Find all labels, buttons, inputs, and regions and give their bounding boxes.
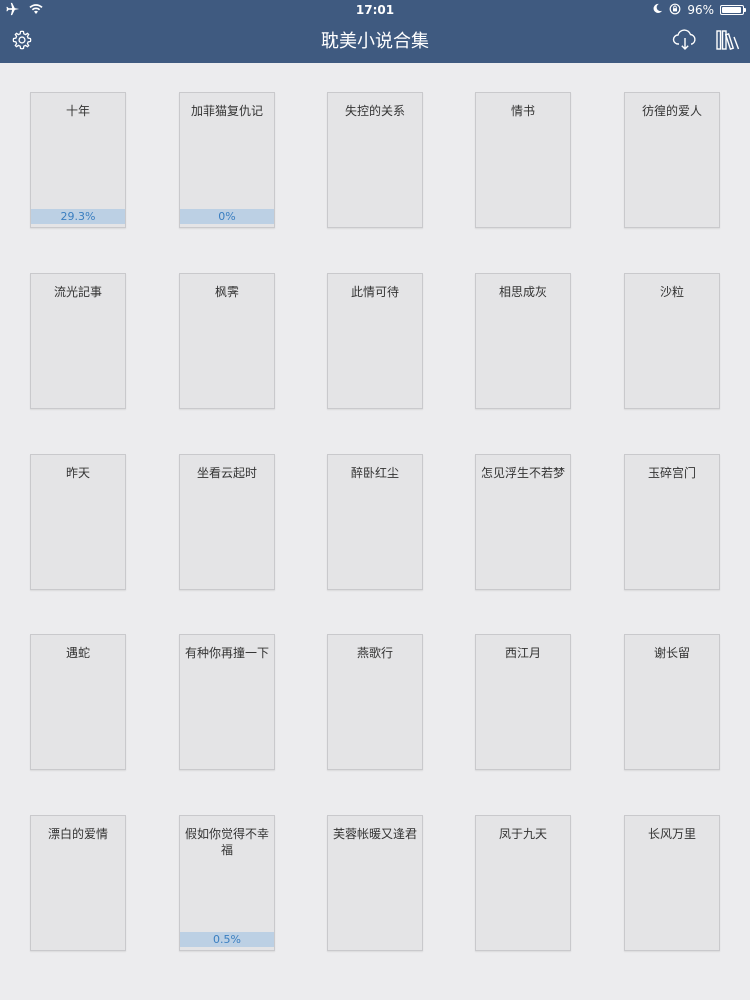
book-card[interactable]: 此情可待	[327, 273, 423, 409]
status-bar: 17:01 96%	[0, 0, 750, 20]
book-card[interactable]: 有种你再撞一下	[179, 634, 275, 770]
book-card[interactable]: 十年 29.3%	[30, 92, 126, 228]
book-title: 西江月	[504, 646, 541, 660]
book-title: 燕歌行	[356, 646, 393, 660]
book-card[interactable]: 彷徨的爱人	[624, 92, 720, 228]
book-card[interactable]: 谢长留	[624, 634, 720, 770]
book-title: 芙蓉帐暖又逢君	[332, 827, 417, 841]
book-title: 情书	[510, 104, 535, 118]
book-card[interactable]: 遇蛇	[30, 634, 126, 770]
cloud-download-icon	[672, 29, 698, 55]
book-title: 长风万里	[647, 827, 696, 841]
book-card[interactable]: 沙粒	[624, 273, 720, 409]
book-title: 彷徨的爱人	[641, 104, 702, 118]
book-title: 相思成灰	[498, 285, 547, 299]
book-card[interactable]: 醉卧红尘	[327, 454, 423, 590]
book-title: 枫霁	[214, 285, 239, 299]
moon-icon	[652, 3, 663, 17]
book-card[interactable]: 长风万里	[624, 815, 720, 951]
status-right: 96%	[652, 2, 746, 18]
book-title: 玉碎宫门	[647, 466, 696, 480]
bookshelf-icon	[715, 28, 741, 56]
book-card[interactable]: 加菲猫复仇记 0%	[179, 92, 275, 228]
book-title: 十年	[65, 104, 90, 118]
book-card[interactable]: 玉碎宫门	[624, 454, 720, 590]
book-card[interactable]: 燕歌行	[327, 634, 423, 770]
book-title: 怎见浮生不若梦	[480, 466, 565, 480]
book-card[interactable]: 芙蓉帐暖又逢君	[327, 815, 423, 951]
book-title: 醉卧红尘	[350, 466, 399, 480]
book-grid: 十年 29.3% 加菲猫复仇记 0% 失控的关系 情书 彷徨的爱人流光記事 枫霁 此情可待 相思成…	[0, 63, 750, 1000]
book-title: 加菲猫复仇记	[190, 104, 263, 118]
book-card[interactable]: 西江月	[475, 634, 571, 770]
reading-progress: 0.5%	[180, 932, 274, 947]
page-title: 耽美小说合集	[321, 31, 429, 52]
book-card[interactable]: 相思成灰	[475, 273, 571, 409]
book-card[interactable]: 凤于九天	[475, 815, 571, 951]
book-title: 失控的关系	[344, 104, 405, 118]
book-card[interactable]: 漂白的爱情	[30, 815, 126, 951]
book-title: 此情可待	[350, 285, 399, 299]
book-card[interactable]: 情书	[475, 92, 571, 228]
book-card[interactable]: 失控的关系	[327, 92, 423, 228]
book-title: 谢长留	[653, 646, 690, 660]
book-card[interactable]: 流光記事	[30, 273, 126, 409]
book-title: 坐看云起时	[196, 466, 257, 480]
bookshelf-button[interactable]	[714, 28, 742, 56]
book-title: 遇蛇	[65, 646, 90, 660]
book-card[interactable]: 假如你觉得不幸福 0.5%	[179, 815, 275, 951]
book-title: 昨天	[65, 466, 90, 480]
book-title: 流光記事	[53, 285, 102, 299]
cloud-download-button[interactable]	[671, 28, 699, 56]
battery-icon	[720, 5, 746, 15]
battery-percent: 96%	[687, 3, 714, 17]
book-title: 漂白的爱情	[47, 827, 108, 841]
book-title: 沙粒	[659, 285, 684, 299]
battery-fill	[722, 7, 742, 13]
navigation-bar: 耽美小说合集	[0, 20, 750, 63]
book-title: 凤于九天	[498, 827, 547, 841]
reading-progress: 0%	[180, 209, 274, 224]
book-title: 假如你觉得不幸福	[184, 827, 269, 857]
reading-progress: 29.3%	[31, 209, 125, 224]
rotation-lock-icon	[669, 3, 681, 18]
book-card[interactable]: 枫霁	[179, 273, 275, 409]
book-card[interactable]: 坐看云起时	[179, 454, 275, 590]
book-card[interactable]: 怎见浮生不若梦	[475, 454, 571, 590]
status-time: 17:01	[355, 3, 395, 17]
book-card[interactable]: 昨天	[30, 454, 126, 590]
book-title: 有种你再撞一下	[184, 646, 269, 660]
